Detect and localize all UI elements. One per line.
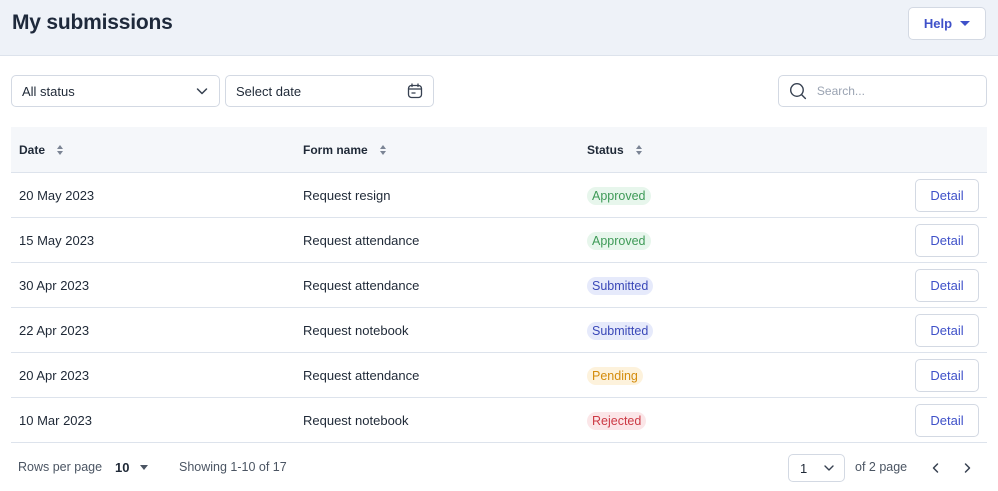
next-page-button[interactable] bbox=[957, 458, 977, 478]
table-row: 15 May 2023 Request attendance Approved … bbox=[11, 218, 987, 263]
table-header: Date Form name Status bbox=[11, 127, 987, 173]
table-footer: Rows per page 10 Showing 1-10 of 17 1 of… bbox=[0, 452, 998, 484]
form-name-cell: Request attendance bbox=[303, 233, 420, 248]
table-row: 22 Apr 2023 Request notebook Submitted D… bbox=[11, 308, 987, 353]
status-cell: Submitted bbox=[587, 263, 654, 308]
help-button[interactable]: Help bbox=[908, 7, 986, 40]
column-label: Date bbox=[19, 143, 46, 157]
detail-button[interactable]: Detail bbox=[915, 179, 979, 212]
status-cell: Approved bbox=[587, 173, 651, 218]
page-header: My submissions Help bbox=[0, 0, 998, 56]
date-filter-placeholder: Select date bbox=[236, 83, 302, 99]
status-cell: Pending bbox=[587, 353, 643, 398]
status-cell: Rejected bbox=[587, 398, 647, 443]
form-name-cell: Request notebook bbox=[303, 323, 409, 338]
calendar-icon bbox=[407, 83, 423, 99]
table-row: 30 Apr 2023 Request attendance Submitted… bbox=[11, 263, 987, 308]
search-box[interactable] bbox=[778, 75, 987, 107]
sort-icon bbox=[57, 145, 64, 155]
column-header-form-name[interactable]: Form name bbox=[303, 127, 386, 173]
detail-button[interactable]: Detail bbox=[915, 404, 979, 437]
chevron-left-icon bbox=[932, 463, 939, 473]
status-badge: Rejected bbox=[587, 411, 647, 430]
caret-down-icon bbox=[140, 465, 149, 470]
detail-button[interactable]: Detail bbox=[915, 224, 979, 257]
detail-button[interactable]: Detail bbox=[915, 359, 979, 392]
date-cell: 30 Apr 2023 bbox=[19, 278, 90, 293]
column-label: Status bbox=[587, 143, 624, 157]
form-name-cell: Request resign bbox=[303, 188, 391, 203]
date-filter-picker[interactable]: Select date bbox=[225, 75, 434, 107]
rows-per-page-value: 10 bbox=[115, 460, 130, 475]
detail-button[interactable]: Detail bbox=[915, 314, 979, 347]
rows-per-page-label: Rows per page bbox=[18, 460, 103, 474]
search-icon bbox=[789, 83, 807, 100]
total-pages-text: of 2 page bbox=[855, 460, 908, 474]
caret-down-icon bbox=[960, 21, 971, 26]
table-row: 20 May 2023 Request resign Approved Deta… bbox=[11, 173, 987, 218]
form-name-cell: Request attendance bbox=[303, 368, 420, 383]
status-filter-value: All status bbox=[22, 83, 75, 99]
submissions-table: Date Form name Status 20 May 2023 Reques… bbox=[11, 127, 987, 443]
status-cell: Approved bbox=[587, 218, 651, 263]
chevron-right-icon bbox=[964, 463, 971, 473]
status-badge: Submitted bbox=[587, 321, 654, 340]
sort-icon bbox=[379, 145, 386, 155]
date-cell: 20 Apr 2023 bbox=[19, 368, 90, 383]
previous-page-button[interactable] bbox=[926, 458, 946, 478]
help-button-label: Help bbox=[923, 16, 953, 31]
table-row: 10 Mar 2023 Request notebook Rejected De… bbox=[11, 398, 987, 443]
chevron-down-icon bbox=[824, 465, 834, 471]
date-cell: 15 May 2023 bbox=[19, 233, 95, 248]
status-badge: Approved bbox=[587, 186, 651, 205]
search-input[interactable] bbox=[816, 84, 976, 98]
table-row: 20 Apr 2023 Request attendance Pending D… bbox=[11, 353, 987, 398]
status-badge: Submitted bbox=[587, 276, 654, 295]
status-cell: Submitted bbox=[587, 308, 654, 353]
date-cell: 22 Apr 2023 bbox=[19, 323, 90, 338]
status-badge: Pending bbox=[587, 366, 643, 385]
status-filter-select[interactable]: All status bbox=[11, 75, 220, 107]
current-page-value: 1 bbox=[800, 460, 808, 476]
showing-range-text: Showing 1-10 of 17 bbox=[179, 460, 287, 474]
form-name-cell: Request notebook bbox=[303, 413, 409, 428]
chevron-down-icon bbox=[196, 88, 208, 95]
form-name-cell: Request attendance bbox=[303, 278, 420, 293]
column-header-date[interactable]: Date bbox=[19, 127, 64, 173]
date-cell: 20 May 2023 bbox=[19, 188, 95, 203]
date-cell: 10 Mar 2023 bbox=[19, 413, 92, 428]
column-header-status[interactable]: Status bbox=[587, 127, 642, 173]
detail-button[interactable]: Detail bbox=[915, 269, 979, 302]
page-title: My submissions bbox=[12, 11, 173, 34]
page-number-select[interactable]: 1 bbox=[788, 454, 845, 482]
column-label: Form name bbox=[303, 143, 368, 157]
sort-icon bbox=[635, 145, 642, 155]
rows-per-page-select[interactable]: 10 bbox=[115, 460, 149, 475]
status-badge: Approved bbox=[587, 231, 651, 250]
